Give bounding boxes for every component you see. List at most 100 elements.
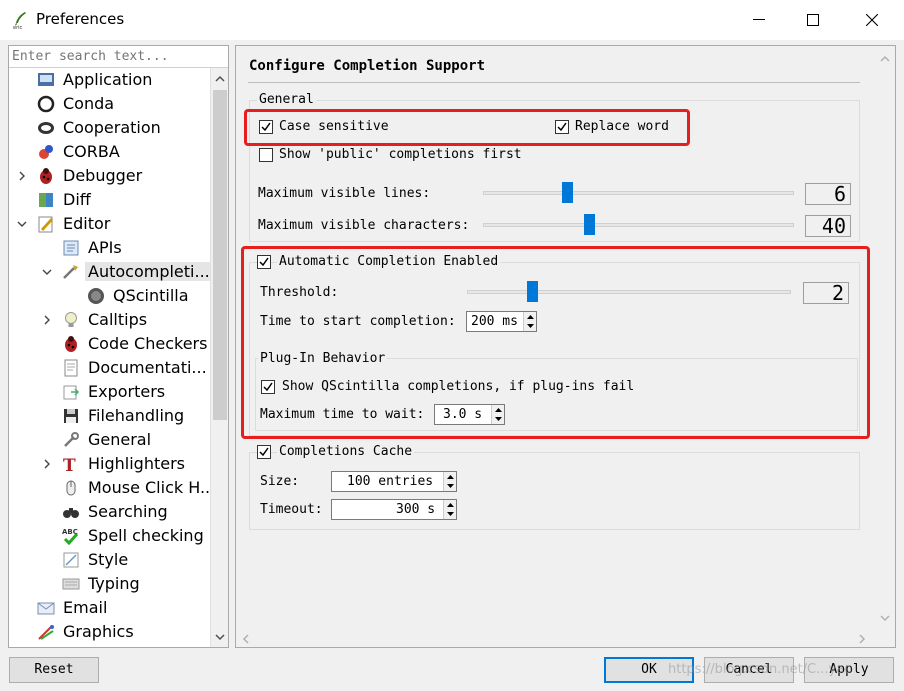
tree-item-label: Diff [63,190,91,209]
cache-timeout-label: Timeout: [260,502,323,517]
preferences-sidebar: Application Conda Cooperation CORBA Debugger… [8,45,229,648]
tree-item-label: Code Checkers [88,334,208,353]
chevron-right-icon[interactable] [16,170,28,182]
stepper-arrows-icon[interactable] [444,472,457,491]
apply-button[interactable]: Apply [804,657,894,683]
tree-item[interactable]: Code Checkers [9,332,209,356]
tree-item[interactable]: Cooperation [9,116,209,140]
graphics-icon [38,625,54,640]
binoculars-icon [63,508,79,518]
maximize-icon [807,14,819,26]
chevron-right-icon[interactable] [41,458,53,470]
max-lines-display: 6 [805,183,851,205]
cancel-button[interactable]: Cancel [704,657,794,683]
tree-item[interactable]: Conda [9,92,209,116]
tree-item[interactable]: Editor [9,212,209,236]
tree-item-label: Calltips [88,310,148,329]
tree-item[interactable]: Debugger [9,164,209,188]
tree-item[interactable]: Application [9,68,209,92]
scroll-up-icon[interactable] [878,53,892,65]
minimize-button[interactable] [730,0,788,40]
tree-item[interactable]: T Highlighters [9,452,209,476]
tree-item-label: Style [88,550,129,569]
tree-item[interactable]: Style [9,548,209,572]
close-icon [866,14,878,26]
max-chars-slider[interactable] [483,223,794,227]
lightbulb-icon [65,312,77,327]
tree-item-label: Mouse Click H... [88,478,216,497]
mouse-icon [66,480,76,496]
cache-size-stepper[interactable] [443,472,456,491]
heading-divider [248,82,860,83]
cache-size-label: Size: [260,474,300,489]
chevron-right-icon[interactable] [41,314,53,326]
highlight-box-auto [241,246,870,439]
cache-timeout-value: 300 s [396,502,436,517]
cooperation-icon [38,122,54,134]
eric-app-icon: eric [12,11,28,31]
highlight-box-general [244,109,690,146]
scroll-up-icon[interactable] [213,72,227,86]
close-button[interactable] [843,0,901,40]
tree-item[interactable]: Email [9,596,209,620]
show-public-checkbox[interactable] [259,148,273,162]
stepper-arrows-icon[interactable] [444,500,457,519]
tree-item-label: Spell checking [88,526,204,545]
diff-icon [39,193,53,207]
max-chars-display: 40 [805,215,851,237]
cache-timeout-stepper[interactable] [443,500,456,519]
scroll-down-icon[interactable] [878,612,892,624]
chevron-down-icon[interactable] [16,218,28,230]
tree-item-label: QScintilla [113,286,189,305]
documentation-icon [64,359,78,377]
tree-item[interactable]: ABC Spell checking [9,524,209,548]
conda-icon [37,95,55,113]
bug-icon [40,168,52,184]
tree-item-label: Conda [63,94,115,113]
tree-item-label: General [88,430,152,449]
completions-cache-checkbox[interactable] [257,445,271,459]
tree-item[interactable]: Mouse Click H... [9,476,215,500]
max-chars-slider-handle[interactable] [583,214,595,235]
tree-item-label: Documentati... [88,358,207,377]
cache-timeout-spinbox[interactable]: 300 s [331,499,457,520]
tree-item[interactable]: Exporters [9,380,209,404]
reset-button[interactable]: Reset [9,657,99,683]
scroll-right-icon[interactable] [856,633,868,645]
tree-item[interactable]: CORBA [9,140,209,164]
scroll-thumb[interactable] [213,90,227,420]
application-icon [38,73,54,86]
tree-item[interactable]: Calltips [9,308,209,332]
scroll-down-icon[interactable] [213,630,227,644]
tree-item-label: Exporters [88,382,166,401]
tree-item[interactable]: Typing [9,572,209,596]
max-lines-slider-handle[interactable] [561,182,573,203]
panel-vertical-scrollbar[interactable] [875,47,895,627]
search-input[interactable] [9,46,228,68]
cache-size-spinbox[interactable]: 100 entries [331,471,457,492]
scroll-left-icon[interactable] [240,633,252,645]
ok-button[interactable]: OK [604,657,694,683]
tree-item-label: Debugger [63,166,143,185]
spellcheck-icon: ABC [62,528,79,545]
max-lines-slider[interactable] [483,191,794,195]
sidebar-scrollbar[interactable] [210,68,228,647]
chevron-down-icon[interactable] [41,266,53,278]
tree-item-label: Autocompleti... [85,262,213,281]
maximize-button[interactable] [784,0,842,40]
window-title: Preferences [36,10,125,28]
tree-item[interactable]: Diff [9,188,209,212]
autocompletion-icon [63,265,78,279]
panel-horizontal-scrollbar[interactable] [237,630,873,647]
tree-item[interactable]: Graphics [9,620,209,644]
tree-item[interactable]: Documentati... [9,356,209,380]
tree-item[interactable]: General [9,428,209,452]
tree-item[interactable]: Filehandling [9,404,209,428]
cache-size-value: 100 entries [347,474,434,489]
tree-item[interactable]: APIs [9,236,209,260]
completions-cache-title: Completions Cache [277,444,415,459]
tree-item[interactable]: Autocompleti... [9,260,213,284]
title-bar: eric Preferences [0,0,904,40]
tree-item[interactable]: QScintilla [9,284,209,308]
tree-item[interactable]: Searching [9,500,209,524]
